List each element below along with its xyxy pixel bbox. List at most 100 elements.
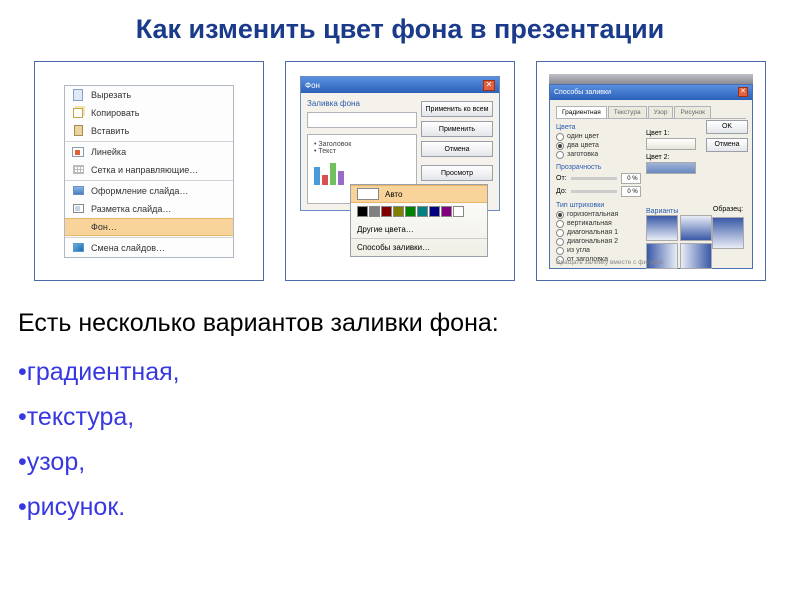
ctx-transition-label: Смена слайдов… xyxy=(91,243,165,253)
paste-icon xyxy=(74,125,83,136)
radio-d2-label: диагональная 2 xyxy=(567,238,618,245)
ctx-ruler: Линейка xyxy=(65,143,233,161)
radio-vert-label: вертикальная xyxy=(567,220,612,227)
dropdown-ways-label: Способы заливки… xyxy=(357,243,430,252)
dropdown-auto-label: Авто xyxy=(385,190,402,199)
ctx-grid-label: Сетка и направляющие… xyxy=(91,165,198,175)
to-value: 0 % xyxy=(621,186,641,197)
variant-1 xyxy=(646,215,678,241)
ctx-copy: Копировать xyxy=(65,104,233,122)
ctx-background-label: Фон… xyxy=(91,222,117,232)
radio-icon xyxy=(556,247,564,255)
tab-pattern: Узор xyxy=(648,106,674,118)
screenshot-context-menu: Вырезать Копировать Вставить Линейка Сет… xyxy=(34,61,264,281)
variant-2 xyxy=(680,215,712,241)
radio-icon xyxy=(556,211,564,219)
screenshot-gradient-dialog: Способы заливки ✕ Градиентная Текстура У… xyxy=(536,61,766,281)
slide-title: Как изменить цвет фона в презентации xyxy=(0,0,800,61)
ctx-design-label: Оформление слайда… xyxy=(91,186,188,196)
radio-icon xyxy=(556,220,564,228)
close-icon: ✕ xyxy=(483,80,495,91)
ctx-grid: Сетка и направляющие… xyxy=(65,161,233,179)
ctx-layout: Разметка слайда… xyxy=(65,200,233,218)
color1-box xyxy=(646,138,696,150)
dropdown-more-colors: Другие цвета… xyxy=(351,220,487,238)
variant-4 xyxy=(680,243,712,269)
ways-dialog-titlebar: Способы заливки ✕ xyxy=(550,85,752,100)
intro-text: Есть несколько вариантов заливки фона: xyxy=(0,281,800,348)
ctx-ruler-label: Линейка xyxy=(91,147,126,157)
swatch xyxy=(417,206,428,217)
tab-picture: Рисунок xyxy=(674,106,711,118)
tab-texture: Текстура xyxy=(608,106,647,118)
label-color1: Цвет 1: xyxy=(646,130,696,137)
swatch-row xyxy=(351,203,487,220)
swatch xyxy=(357,206,368,217)
ctx-design: Оформление слайда… xyxy=(65,182,233,200)
color-dropdown: Авто Другие цвета… Способы заливки… xyxy=(350,184,488,257)
ruler-icon xyxy=(72,147,84,157)
layout-icon xyxy=(73,204,84,213)
chart-icon xyxy=(314,163,410,185)
sample-panel: Образец: xyxy=(712,206,744,249)
grid-icon xyxy=(73,165,84,174)
color-pickers: Цвет 1: Цвет 2: xyxy=(646,130,696,178)
copy-icon xyxy=(73,108,83,118)
preview-text: • Текст xyxy=(314,148,410,155)
cancel-button: Отмена xyxy=(706,138,748,152)
ctx-background: Фон… xyxy=(65,218,233,236)
group-variants: Варианты xyxy=(646,208,712,215)
color-select xyxy=(307,112,417,128)
radio-horiz-label: горизонтальная xyxy=(567,211,618,218)
label-from: От: xyxy=(556,175,567,182)
from-value: 0 % xyxy=(621,173,641,184)
swatch xyxy=(393,206,404,217)
screenshot-row: Вырезать Копировать Вставить Линейка Сет… xyxy=(0,61,800,281)
apply-all-button: Применить ко всем xyxy=(421,101,493,117)
tab-gradient: Градиентная xyxy=(556,106,607,118)
swatch xyxy=(429,206,440,217)
bullet-pattern: •узор, xyxy=(18,448,782,477)
cut-icon xyxy=(73,89,83,101)
ctx-paste: Вставить xyxy=(65,122,233,140)
design-icon xyxy=(73,186,84,195)
fill-dialog-titlebar: Фон ✕ xyxy=(301,77,499,93)
bullet-gradient: •градиентная, xyxy=(18,358,782,387)
swatch xyxy=(405,206,416,217)
swatch xyxy=(453,206,464,217)
screenshot-fill-dialog: Фон ✕ Заливка фона • Заголовок • Текст П… xyxy=(285,61,515,281)
ctx-copy-label: Копировать xyxy=(91,108,139,118)
transition-icon xyxy=(73,243,84,252)
dropdown-auto: Авто xyxy=(351,185,487,203)
preview-title: • Заголовок xyxy=(314,141,410,148)
sample-swatch xyxy=(712,217,744,249)
trans-to: До: 0 % xyxy=(556,186,746,197)
context-menu: Вырезать Копировать Вставить Линейка Сет… xyxy=(64,85,234,258)
apply-button: Применить xyxy=(421,121,493,137)
bullet-texture: •текстура, xyxy=(18,403,782,432)
swatch xyxy=(369,206,380,217)
label-color2: Цвет 2: xyxy=(646,154,696,161)
radio-icon xyxy=(556,151,564,159)
slider-icon xyxy=(571,190,617,193)
close-icon: ✕ xyxy=(738,87,748,97)
app-titlebar-stub xyxy=(549,74,753,84)
radio-icon xyxy=(556,238,564,246)
swatch xyxy=(441,206,452,217)
radio-icon xyxy=(556,142,564,150)
label-sample: Образец: xyxy=(712,206,744,213)
swatch xyxy=(381,206,392,217)
radio-icon xyxy=(556,229,564,237)
ctx-paste-label: Вставить xyxy=(91,126,129,136)
fill-dialog-title: Фон xyxy=(305,81,320,90)
cancel-button: Отмена xyxy=(421,141,493,157)
ok-button: OK xyxy=(706,120,748,134)
radio-two-label: два цвета xyxy=(567,142,599,149)
radio-one-label: один цвет xyxy=(567,133,599,140)
radio-icon xyxy=(556,133,564,141)
ctx-cut-label: Вырезать xyxy=(91,90,131,100)
bullet-picture: •рисунок. xyxy=(18,493,782,522)
ways-dialog-title: Способы заливки xyxy=(554,89,611,96)
label-to: До: xyxy=(556,188,567,195)
radio-preset-label: заготовка xyxy=(567,151,598,158)
